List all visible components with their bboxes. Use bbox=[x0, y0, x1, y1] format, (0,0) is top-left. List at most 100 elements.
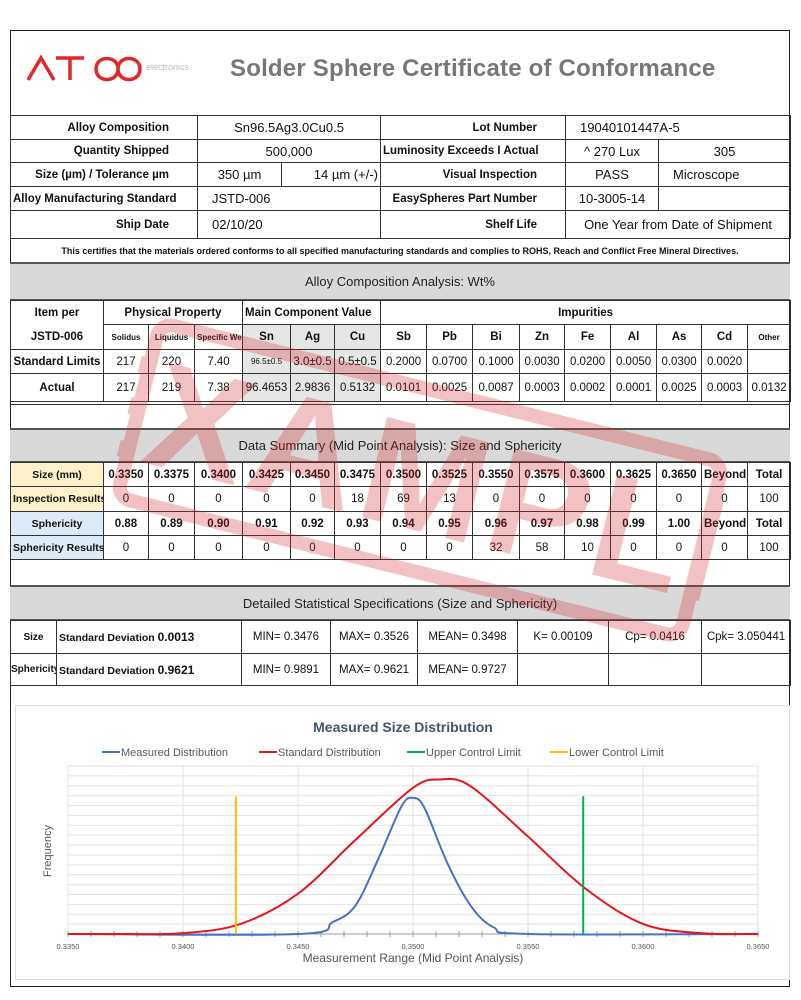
max-value: MAX= 0.3526 bbox=[330, 620, 418, 654]
cell: 0 bbox=[564, 486, 611, 512]
shipment-info-table: Alloy Composition Sn96.5Ag3.0Cu0.5 Lot Num… bbox=[10, 115, 792, 239]
luminosity-actual: 305 bbox=[657, 139, 792, 163]
quantity: 500,000 bbox=[197, 139, 381, 163]
cell: 0 bbox=[426, 535, 473, 560]
spacer bbox=[10, 404, 790, 428]
cell: 13 bbox=[426, 486, 473, 512]
cell: 0.91 bbox=[242, 511, 291, 536]
cell: 0 bbox=[290, 535, 335, 560]
cell: 0.0030 bbox=[519, 349, 566, 374]
cell: 0 bbox=[148, 486, 195, 512]
tolerance: 14 µm (+/-) bbox=[281, 162, 381, 187]
item-label: Item per bbox=[10, 300, 104, 325]
cell: 0 bbox=[656, 535, 702, 560]
x-tick-label: 0.3450 bbox=[287, 942, 310, 951]
row-label: Size (mm) bbox=[10, 462, 104, 487]
k-value bbox=[517, 653, 609, 686]
legend-label: Standard Distribution bbox=[278, 747, 381, 759]
statistics-table: Size Standard Deviation 0.0013 MIN= 0.3476… bbox=[10, 620, 791, 686]
cell: 0.3575 bbox=[519, 462, 565, 487]
table-row: Standard Limits 217 220 7.40 96.5±0.5 3.0±0.5… bbox=[10, 349, 792, 374]
cell: 0.96 bbox=[472, 511, 520, 536]
cell: 0.0300 bbox=[656, 349, 703, 374]
statistics-section-header: Detailed Statistical Specifications (Siz… bbox=[10, 585, 790, 620]
column-header: As bbox=[656, 324, 703, 350]
column-header: Liquidus bbox=[148, 324, 195, 350]
size: 350 µm bbox=[197, 162, 282, 187]
cell: 0.3650 bbox=[656, 462, 702, 487]
table-row: Inspection Results 0 0 0 0 0 18 69 13 0 0 0 0 0 0 100 bbox=[10, 486, 791, 512]
x-tick-label: 0.3350 bbox=[57, 942, 80, 951]
cell: 0 bbox=[701, 486, 748, 512]
cell: 100 bbox=[747, 486, 791, 512]
cell: 0.5±0.5 bbox=[334, 349, 382, 374]
table-row: Sphericity Results 0 0 0 0 0 0 0 0 32 58 10 0 0 0 100 bbox=[10, 535, 791, 560]
luminosity-exceeds: ^ 270 Lux bbox=[565, 139, 659, 163]
cell: 0.93 bbox=[334, 511, 381, 536]
min-value: MIN= 0.3476 bbox=[241, 620, 331, 654]
chart-title: Measured Size Distribution bbox=[313, 719, 493, 735]
y-axis-label: Frequency bbox=[42, 825, 54, 877]
cell: 0.0050 bbox=[610, 349, 658, 374]
cell: 0 bbox=[194, 535, 243, 560]
cell: 0.3525 bbox=[426, 462, 473, 487]
cell: 0 bbox=[380, 535, 427, 560]
label: Alloy Composition bbox=[10, 115, 198, 140]
cell: 0 bbox=[610, 486, 657, 512]
cell: 18 bbox=[334, 486, 381, 512]
group-physical: Physical Property bbox=[102, 300, 244, 325]
max-value: MAX= 0.9621 bbox=[330, 653, 418, 686]
cell: 0 bbox=[194, 486, 243, 512]
column-header: Cu bbox=[334, 324, 382, 350]
row-label: Inspection Results bbox=[10, 486, 104, 512]
cell: 0.3600 bbox=[564, 462, 611, 487]
cell: 0.3450 bbox=[290, 462, 335, 487]
cell: 96.4653 bbox=[242, 373, 292, 402]
column-header: Al bbox=[610, 324, 658, 350]
group-impurities: Impurities bbox=[380, 300, 792, 325]
k-value: K= 0.00109 bbox=[517, 620, 609, 654]
x-tick-label: 0.3600 bbox=[632, 942, 655, 951]
cell: Beyond bbox=[701, 462, 748, 487]
label: Ship Date bbox=[10, 210, 198, 239]
cell: 0 bbox=[656, 486, 702, 512]
sd-value: 0.0013 bbox=[157, 630, 195, 644]
column-header: Sb bbox=[380, 324, 428, 350]
column-header: Ag bbox=[290, 324, 336, 350]
cell: 0.90 bbox=[194, 511, 243, 536]
cell: 0 bbox=[148, 535, 195, 560]
cell: 0 bbox=[103, 535, 149, 560]
cell: 0.3475 bbox=[334, 462, 381, 487]
certification-statement: This certifies that the materials ordere… bbox=[10, 238, 790, 262]
visual-method: Microscope bbox=[657, 162, 792, 187]
cell: 69 bbox=[380, 486, 427, 512]
x-tick-label: 0.3650 bbox=[747, 942, 770, 951]
row-label: Standard Limits bbox=[10, 349, 104, 374]
visual-result: PASS bbox=[565, 162, 659, 187]
cell: 0.3500 bbox=[380, 462, 427, 487]
part-number: 10-3005-14 bbox=[565, 186, 659, 211]
standard-deviation: Standard Deviation 0.0013 bbox=[56, 620, 242, 654]
label: Shelf Life bbox=[380, 210, 566, 239]
cell: 0.0200 bbox=[564, 349, 612, 374]
x-axis-label: Measurement Range (Mid Point Analysis) bbox=[303, 951, 524, 965]
cell: 0.0020 bbox=[701, 349, 749, 374]
cell: 58 bbox=[519, 535, 565, 560]
row-label: Size bbox=[10, 620, 57, 654]
chart-svg: Measured Size Distribution 0.3350 0.3400 0.… bbox=[42, 719, 770, 965]
x-tick-label: 0.3550 bbox=[517, 942, 540, 951]
cell: 0.89 bbox=[148, 511, 195, 536]
table-row: Actual 217 219 7.38 96.4653 2.9836 0.5132 0.010… bbox=[10, 373, 792, 402]
cell: 1.00 bbox=[656, 511, 702, 536]
cell: 0 bbox=[242, 535, 291, 560]
min-value: MIN= 0.9891 bbox=[241, 653, 331, 686]
row-label: Sphericity Results bbox=[10, 535, 104, 560]
cell: 0.1000 bbox=[472, 349, 521, 374]
cell: 0.99 bbox=[610, 511, 657, 536]
cell: 220 bbox=[148, 349, 195, 374]
column-header: Pb bbox=[426, 324, 474, 350]
ship-date: 02/10/20 bbox=[197, 210, 381, 239]
cell: 2.9836 bbox=[290, 373, 336, 402]
cpk-value bbox=[701, 653, 791, 686]
shelf-life: One Year from Date of Shipment bbox=[564, 210, 792, 239]
